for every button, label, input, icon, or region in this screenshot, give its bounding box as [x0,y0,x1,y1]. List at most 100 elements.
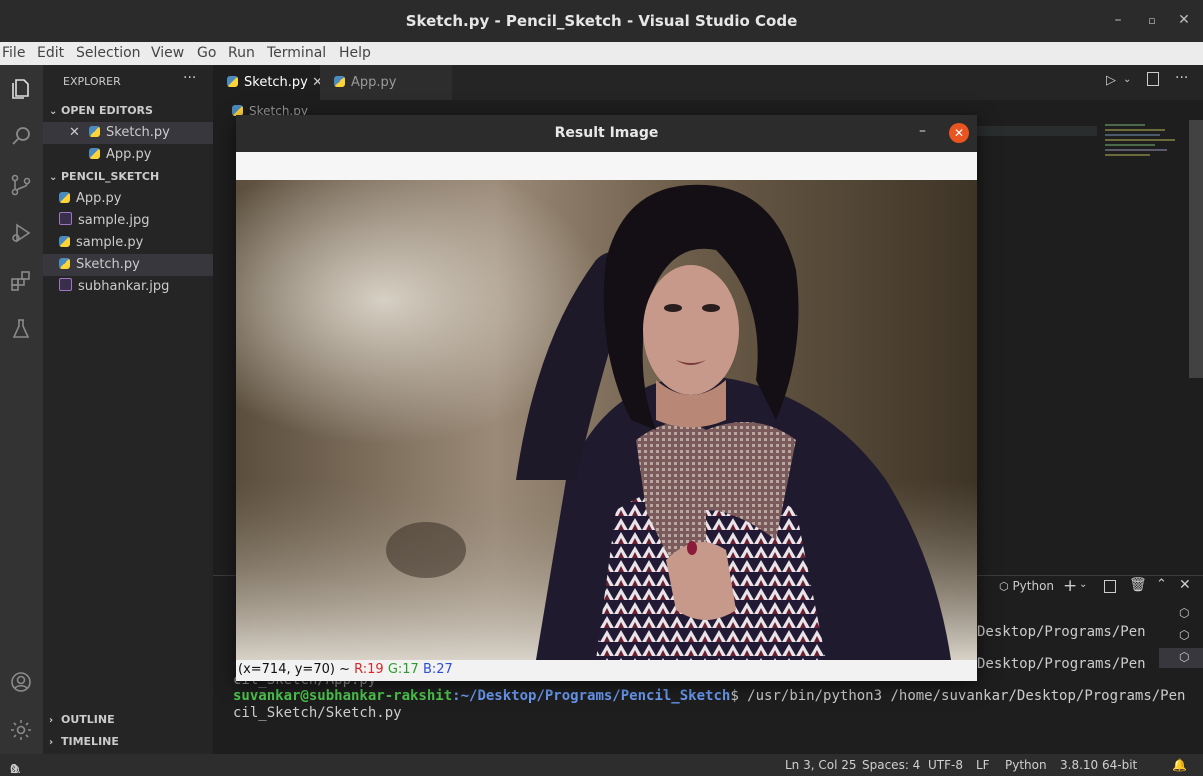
close-editor-icon[interactable]: ✕ [69,122,80,144]
more-actions-icon[interactable]: ··· [1175,70,1188,86]
folder-section[interactable]: ⌄ PENCIL_SKETCH [43,166,219,188]
title-bar: Sketch.py - Pencil_Sketch - Visual Studi… [0,0,1203,42]
terminal-line: Desktop/Programs/Pen [977,656,1146,672]
file-item[interactable]: App.py [43,188,229,210]
menu-go[interactable]: Go [197,45,216,61]
python-file-icon [89,148,100,159]
result-window-titlebar[interactable]: Result Image – ✕ [236,115,977,152]
chevron-down-icon: ⌄ [49,172,58,183]
blue-value: B:27 [422,662,453,677]
close-icon[interactable]: ✕ [949,123,969,143]
tab-sketch[interactable]: Sketch.py ✕ [213,65,333,100]
menu-selection[interactable]: Selection [76,45,141,61]
minimize-icon[interactable]: – [1108,12,1128,28]
menu-edit[interactable]: Edit [37,45,64,61]
minimap[interactable] [1097,120,1189,170]
editor-scrollbar[interactable] [1189,120,1203,378]
file-item[interactable]: Sketch.py [43,254,229,276]
source-control-icon[interactable] [7,171,35,199]
open-editor-item[interactable]: ✕ Sketch.py [43,122,213,144]
terminal-icon: ⬡ [999,580,1009,593]
folder-label: PENCIL_SKETCH [61,170,160,183]
python-file-icon [334,76,345,87]
chevron-right-icon: › [49,737,54,748]
result-photo [236,180,977,660]
trash-icon[interactable]: 🗑 [1129,577,1147,593]
menu-view[interactable]: View [151,45,184,61]
outline-section[interactable]: › OUTLINE [43,709,219,731]
extensions-icon[interactable] [7,267,35,295]
python-interpreter[interactable]: 3.8.10 64-bit [1060,758,1137,772]
image-file-icon [59,278,72,291]
settings-gear-icon[interactable] [7,716,35,744]
end-of-line[interactable]: LF [976,758,990,772]
green-value: G:17 [387,662,419,677]
terminal-instance-icon[interactable]: ⬡ [1179,650,1189,664]
split-terminal-icon[interactable] [1104,580,1116,593]
window-title: Sketch.py - Pencil_Sketch - Visual Studi… [405,12,798,30]
menu-terminal[interactable]: Terminal [267,45,326,61]
maximize-icon[interactable]: ▫ [1142,14,1162,27]
chevron-down-icon[interactable]: ⌄ [1079,579,1087,590]
menu-bar: File Edit Selection View Go Run Terminal… [0,42,1203,65]
split-editor-icon[interactable] [1147,72,1159,86]
account-icon[interactable] [7,668,35,696]
python-file-icon [59,192,70,203]
tab-app[interactable]: App.py [320,65,452,100]
explorer-header: EXPLORER [63,75,121,88]
indentation[interactable]: Spaces: 4 [862,758,920,772]
encoding[interactable]: UTF-8 [928,758,963,772]
terminal-line: cil_Sketch/Sketch.py [233,705,402,721]
minimize-icon[interactable]: – [919,123,926,139]
new-terminal-icon[interactable]: + [1063,576,1077,596]
open-editors-label: OPEN EDITORS [61,104,153,117]
terminal-prompt-line: suvankar@subhankar-rakshit:~/Desktop/Pro… [233,688,1185,704]
file-item[interactable]: sample.py [43,232,229,254]
python-file-icon [59,258,70,269]
language-mode[interactable]: Python [1005,758,1047,772]
menu-run[interactable]: Run [228,45,255,61]
editor-tabs: Sketch.py ✕ App.py ▷ ⌄ ··· [213,65,1203,100]
python-file-icon [59,236,70,247]
prompt-user: suvankar@subhankar-rakshit [233,688,453,704]
terminal-line: Desktop/Programs/Pen [977,624,1146,640]
terminal-shell-selector[interactable]: ⬡ Python [999,579,1054,593]
pixel-info-bar: (x=714, y=70) ~ R:19 G:17 B:27 [236,660,977,681]
menu-file[interactable]: File [2,45,25,61]
result-toolbar [236,152,977,180]
red-value: R:19 [354,662,384,677]
terminal-instance-icon[interactable]: ⬡ [1179,606,1189,620]
cursor-position[interactable]: Ln 3, Col 25 [785,758,857,772]
run-debug-icon[interactable] [7,219,35,247]
python-file-icon [227,76,238,87]
prompt-path: :~/Desktop/Programs/Pencil_Sketch [452,688,731,704]
open-editor-item[interactable]: App.py [43,144,213,166]
chevron-up-icon[interactable]: ⌃ [1156,577,1167,592]
result-window-title: Result Image [554,125,659,141]
current-line-highlight [977,126,1097,136]
close-icon[interactable]: ✕ [1174,12,1194,28]
activity-bar [0,65,43,754]
terminal-instance-icon[interactable]: ⬡ [1179,628,1189,642]
prompt-command: $ /usr/bin/python3 /home/suvankar/Deskto… [730,688,1186,704]
menu-help[interactable]: Help [339,45,371,61]
chevron-down-icon[interactable]: ⌄ [1123,74,1131,85]
close-panel-icon[interactable]: ✕ [1179,577,1191,593]
file-item[interactable]: sample.jpg [43,210,229,232]
image-file-icon [59,212,72,225]
coord-readout: (x=714, y=70) ~ [238,662,350,677]
timeline-section[interactable]: › TIMELINE [43,731,219,753]
open-editors-section[interactable]: ⌄ OPEN EDITORS [43,100,219,122]
testing-icon[interactable] [7,315,35,343]
result-image-window[interactable]: Result Image – ✕ (x=714, y=70) ~ R:19 G:… [236,115,977,681]
search-icon[interactable] [7,122,35,150]
more-actions-icon[interactable]: ··· [183,70,196,86]
run-icon[interactable]: ▷ [1106,73,1116,88]
status-bar: ⊗ 0 ⚠ 0 Ln 3, Col 25 Spaces: 4 UTF-8 LF … [0,754,1203,776]
explorer-sidebar: EXPLORER ··· ⌄ OPEN EDITORS ✕ Sketch.py A… [43,65,229,754]
python-file-icon [89,126,100,137]
file-item[interactable]: subhankar.jpg [43,276,229,298]
chevron-down-icon: ⌄ [49,106,58,117]
notifications-icon[interactable]: 🔔 [1172,758,1187,772]
files-icon[interactable] [7,75,35,103]
